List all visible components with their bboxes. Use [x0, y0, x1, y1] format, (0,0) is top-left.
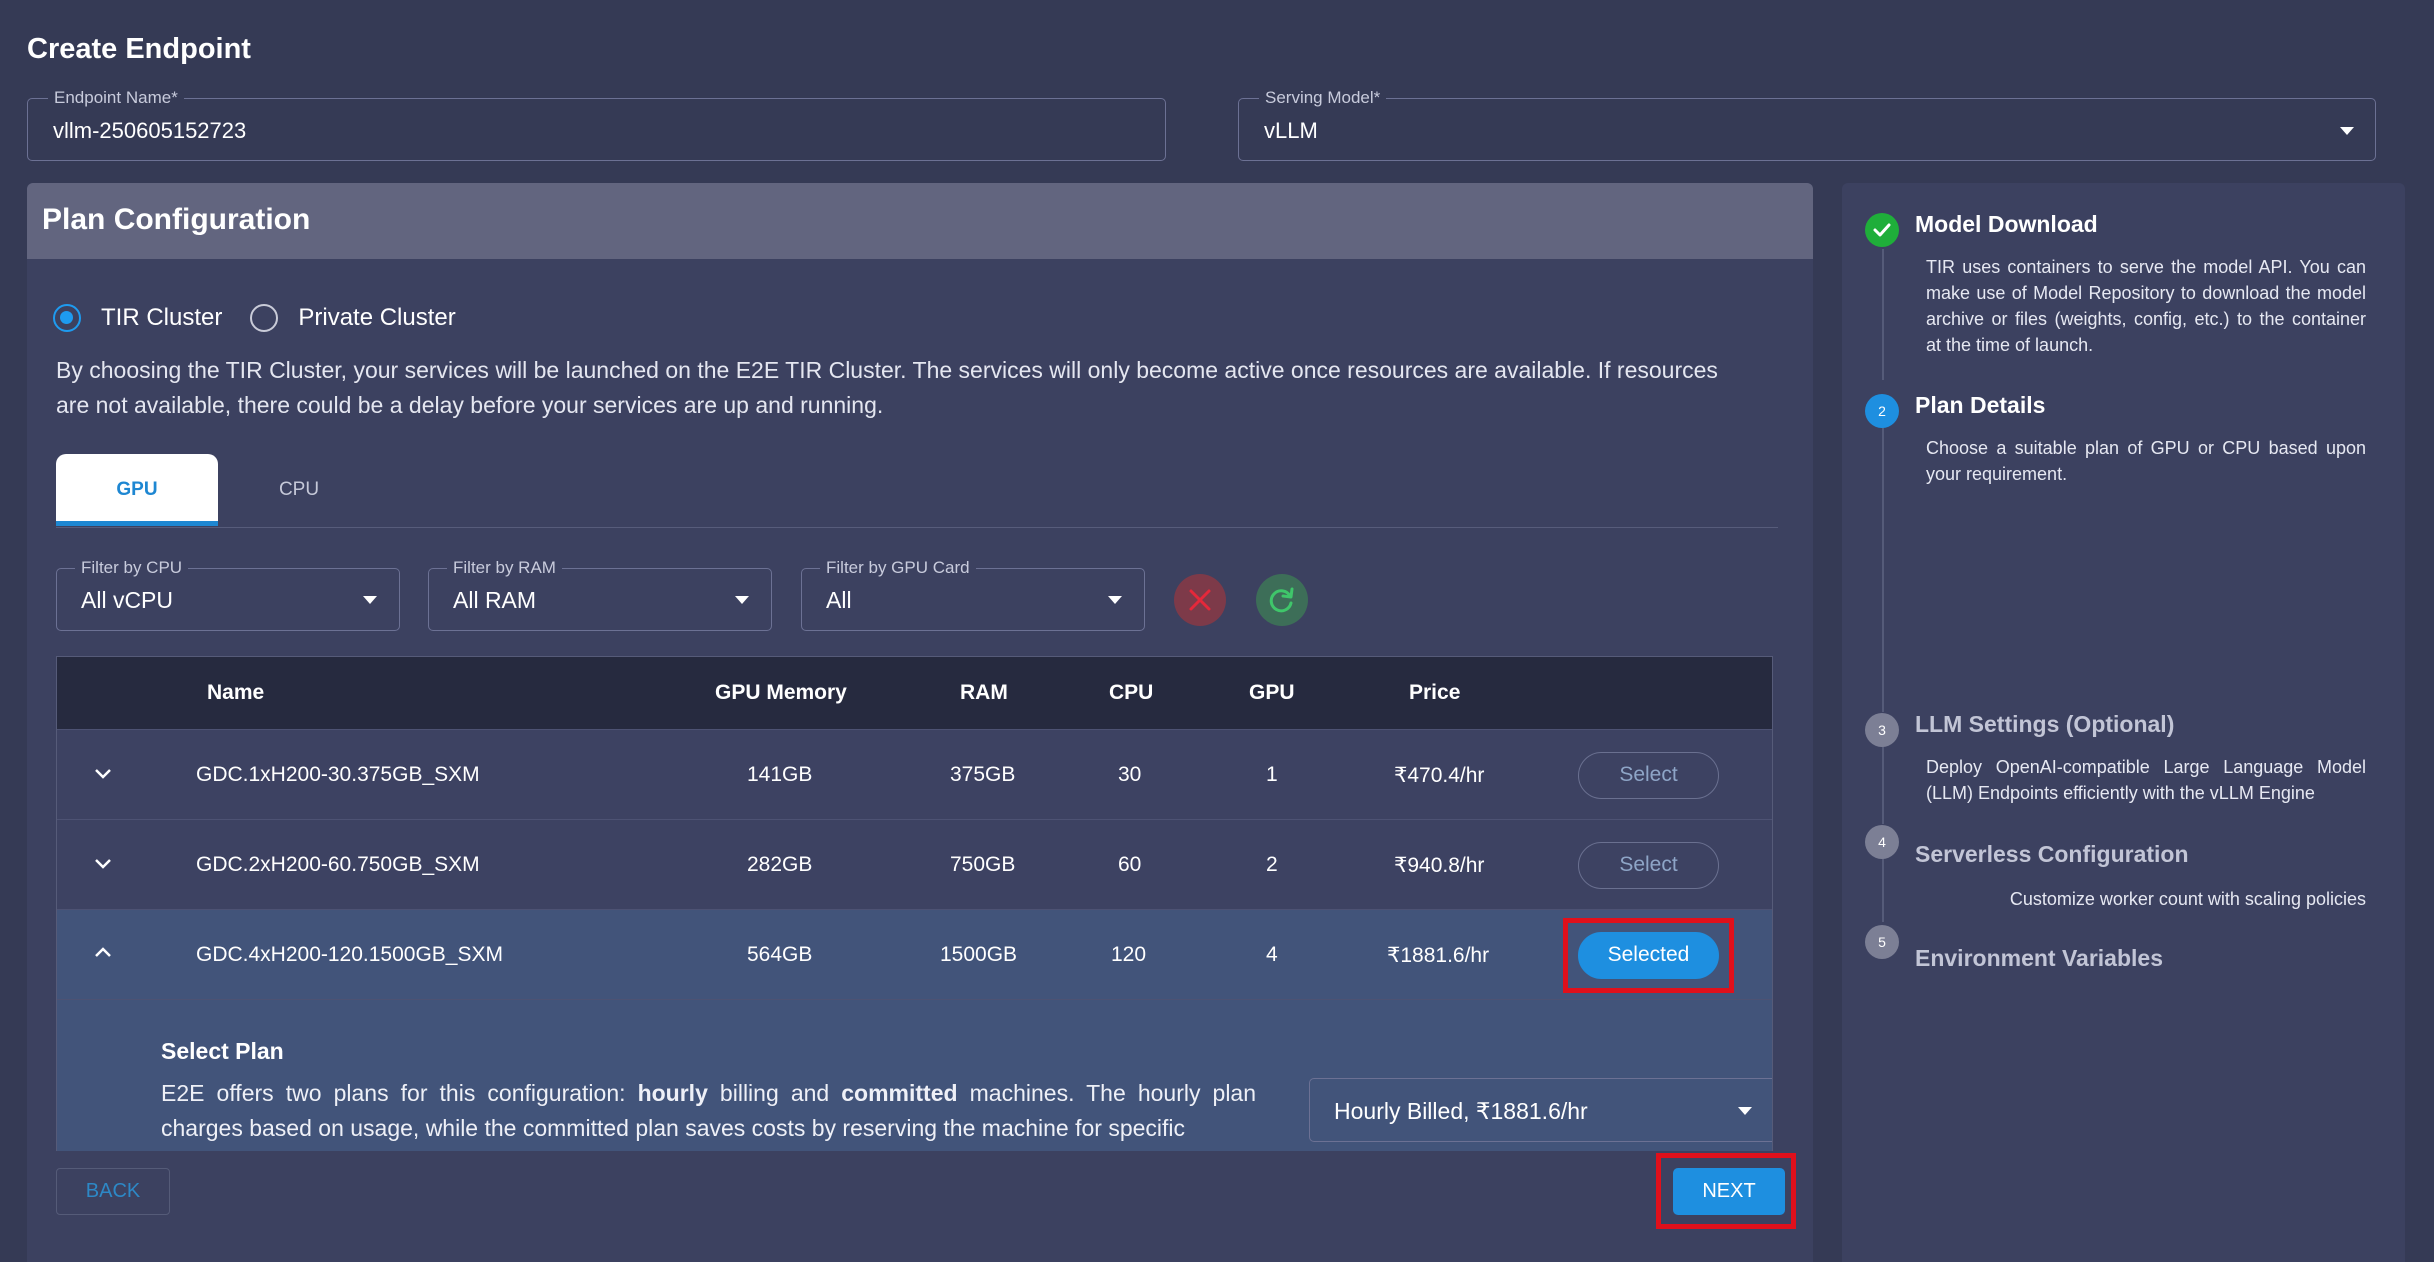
col-gpu-memory: GPU Memory [715, 681, 847, 704]
tir-cluster-label[interactable]: TIR Cluster [101, 304, 222, 332]
plan-ram: 375GB [950, 763, 1016, 786]
clear-filters-button[interactable] [1174, 574, 1226, 626]
refresh-icon [1269, 587, 1294, 613]
chevron-down-icon [363, 596, 377, 604]
filter-ram-label: Filter by RAM [447, 558, 562, 578]
private-cluster-label[interactable]: Private Cluster [298, 304, 455, 332]
filter-ram-select[interactable]: Filter by RAM All RAM [428, 558, 772, 631]
plan-tabs: GPU CPU [56, 454, 1778, 528]
filter-cpu-label: Filter by CPU [75, 558, 189, 578]
plan-price: ₹470.4/hr [1394, 764, 1485, 787]
plan-gpu: 1 [1266, 763, 1278, 786]
close-icon [1189, 589, 1211, 611]
step-description: TIR uses containers to serve the model A… [1926, 257, 2366, 355]
chevron-up-icon[interactable] [93, 943, 113, 963]
serving-model-select[interactable]: Serving Model* vLLM [1238, 88, 2376, 161]
step-number: 3 [1865, 713, 1899, 747]
endpoint-name-value: vllm-250605152723 [53, 118, 247, 143]
select-plan-title: Select Plan [161, 1038, 284, 1064]
plan-ram: 1500GB [940, 943, 1018, 966]
back-button[interactable]: BACK [56, 1168, 170, 1215]
step-done-icon [1865, 213, 1899, 247]
table-row[interactable]: GDC.1xH200-30.375GB_SXM 141GB 375GB 30 1… [57, 729, 1772, 819]
tir-cluster-radio[interactable] [53, 304, 81, 332]
step-connector [1882, 856, 1884, 922]
step-title: Environment Variables [1915, 945, 2163, 971]
billing-plan-select[interactable]: Hourly Billed, ₹1881.6/hr [1309, 1078, 1772, 1142]
highlight-box [1656, 1153, 1796, 1229]
endpoint-name-field[interactable]: Endpoint Name* vllm-250605152723 [27, 88, 1166, 161]
chevron-down-icon [1738, 1107, 1752, 1115]
col-name: Name [207, 681, 265, 704]
plan-gpu: 4 [1266, 943, 1278, 966]
step-description: Deploy OpenAI-compatible Large Language … [1926, 757, 2366, 803]
table-row-selected[interactable]: GDC.4xH200-120.1500GB_SXM 564GB 1500GB 1… [57, 909, 1772, 999]
tab-cpu[interactable]: CPU [218, 454, 380, 526]
plan-ram: 750GB [950, 853, 1016, 876]
chevron-down-icon [1108, 596, 1122, 604]
check-icon [1873, 223, 1891, 237]
filter-gpu-card-value: All [826, 587, 852, 613]
serving-model-value: vLLM [1264, 118, 1318, 143]
col-ram: RAM [960, 681, 1008, 704]
highlight-box [1563, 918, 1734, 993]
plan-name: GDC.1xH200-30.375GB_SXM [196, 763, 480, 786]
step-title: Model Download [1915, 211, 2098, 237]
plan-name: GDC.4xH200-120.1500GB_SXM [196, 943, 503, 966]
col-price: Price [1409, 681, 1461, 704]
chevron-down-icon[interactable] [93, 853, 113, 873]
step-description: Customize worker count with scaling poli… [2009, 889, 2366, 909]
plan-cpu: 60 [1118, 853, 1142, 876]
plan-gpu: 2 [1266, 853, 1278, 876]
steps-sidebar: Model Download TIR uses containers to se… [1842, 183, 2405, 1262]
step-number: 4 [1865, 825, 1899, 859]
step-connector [1882, 249, 1884, 380]
plan-gpu-memory: 282GB [747, 853, 813, 876]
serving-model-label: Serving Model* [1259, 88, 1387, 108]
filter-ram-value: All RAM [453, 587, 537, 613]
table-header: Name GPU Memory RAM CPU GPU Price [57, 657, 1772, 729]
step-number: 2 [1865, 394, 1899, 428]
step-title: LLM Settings (Optional) [1915, 711, 2175, 737]
select-plan-text: E2E offers two plans for this configurat… [161, 1080, 1257, 1141]
filter-gpu-card-select[interactable]: Filter by GPU Card All [801, 558, 1145, 631]
cluster-description: By choosing the TIR Cluster, your servic… [56, 357, 1718, 418]
step-connector [1882, 426, 1884, 712]
select-plan-button[interactable]: Select [1578, 752, 1719, 799]
select-plan-button[interactable]: Select [1578, 842, 1719, 889]
chevron-down-icon [735, 596, 749, 604]
plan-name: GDC.2xH200-60.750GB_SXM [196, 853, 480, 876]
plan-cpu: 30 [1118, 763, 1142, 786]
refresh-filters-button[interactable] [1256, 574, 1308, 626]
plan-gpu-memory: 564GB [747, 943, 813, 966]
page-title: Create Endpoint [27, 33, 251, 65]
step-description: Choose a suitable plan of GPU or CPU bas… [1926, 438, 2366, 484]
plan-price: ₹1881.6/hr [1387, 944, 1490, 967]
filter-cpu-select[interactable]: Filter by CPU All vCPU [56, 558, 400, 631]
chevron-down-icon [2340, 127, 2354, 135]
private-cluster-radio[interactable] [250, 304, 279, 332]
col-cpu: CPU [1109, 681, 1154, 704]
step-title: Plan Details [1915, 392, 2046, 418]
plan-configuration-panel: Plan Configuration TIR Cluster Private C… [27, 183, 1813, 1262]
plan-configuration-header: Plan Configuration [27, 183, 1813, 259]
step-number: 5 [1865, 925, 1899, 959]
filter-cpu-value: All vCPU [81, 587, 174, 613]
plan-footer [27, 1151, 1813, 1262]
table-row[interactable]: GDC.2xH200-60.750GB_SXM 282GB 750GB 60 2… [57, 819, 1772, 909]
cluster-radio-group: TIR Cluster Private Cluster [53, 304, 456, 332]
plan-cpu: 120 [1111, 943, 1147, 966]
filter-gpu-card-label: Filter by GPU Card [820, 558, 976, 578]
billing-plan-value: Hourly Billed, ₹1881.6/hr [1334, 1098, 1588, 1124]
tab-gpu[interactable]: GPU [56, 454, 218, 526]
step-connector [1882, 744, 1884, 824]
chevron-down-icon[interactable] [93, 763, 113, 783]
col-gpu: GPU [1249, 681, 1295, 704]
endpoint-name-label: Endpoint Name* [48, 88, 184, 108]
plan-gpu-memory: 141GB [747, 763, 813, 786]
step-title: Serverless Configuration [1915, 841, 2189, 867]
plan-price: ₹940.8/hr [1394, 854, 1485, 877]
